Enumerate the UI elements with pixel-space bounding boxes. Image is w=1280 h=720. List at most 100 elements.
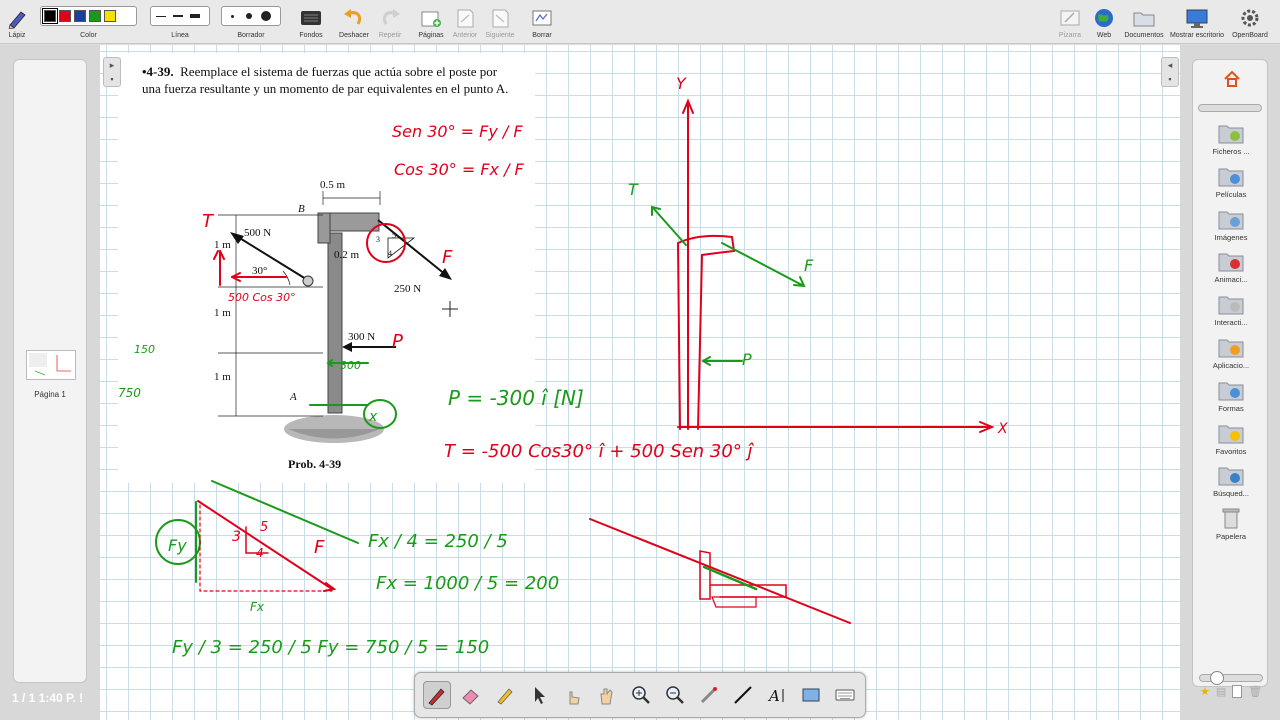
capture-tool[interactable] [797, 681, 825, 709]
pen-tool[interactable] [423, 681, 451, 709]
stylus-palette: A [414, 672, 866, 718]
shapes-folder-icon [1218, 379, 1244, 401]
text-tool[interactable]: A [763, 681, 791, 709]
collapse-left-panel-tab[interactable]: ▸ ▪ [103, 57, 121, 87]
eraser-icon [462, 689, 479, 705]
library-item-0[interactable]: Ficheros ... [1193, 122, 1269, 156]
clear-board-icon [532, 10, 552, 26]
zoom-out-tool[interactable] [661, 681, 689, 709]
eraser-small-option[interactable] [225, 10, 239, 22]
openboard-label: OpenBoard [1232, 32, 1268, 39]
library-scrollbar[interactable] [1198, 104, 1262, 112]
hand-icon [600, 688, 613, 705]
vector-f-label: F [442, 247, 453, 268]
hand-tool[interactable] [593, 681, 621, 709]
triangle-f-label: F [314, 537, 325, 558]
library-actions: ★ ▤ 🗑 [1200, 685, 1262, 698]
color-swatch-black[interactable] [42, 8, 58, 24]
y-axis-label: Y [676, 74, 687, 93]
eraser-large-option[interactable] [259, 10, 273, 22]
selector-tool[interactable] [525, 681, 553, 709]
fy-calculation: Fy / 3 = 250 / 5 Fy = 750 / 5 = 150 [172, 637, 489, 658]
board-label: Pizarra [1058, 32, 1082, 39]
redo-icon [382, 9, 400, 25]
undo-label: Deshacer [339, 32, 369, 39]
image-folder-icon [1218, 208, 1244, 230]
delete-icon[interactable]: 🗑 [1248, 685, 1262, 698]
triangle-circle [366, 223, 406, 263]
library-item-9[interactable]: Papelera [1193, 507, 1269, 541]
keyboard-tool[interactable] [831, 681, 859, 709]
zoom-in-tool[interactable] [627, 681, 655, 709]
page-thumbnail[interactable] [26, 350, 76, 380]
eraser-tool[interactable] [457, 681, 485, 709]
left-750-note: 750 [118, 386, 141, 400]
library-item-8[interactable]: Búsqued... [1193, 464, 1269, 498]
clear-label: Borrar [532, 32, 552, 39]
library-item-6[interactable]: Formas [1193, 379, 1269, 413]
icon-size-slider[interactable] [1199, 671, 1263, 685]
t-vector-arrow [653, 208, 687, 246]
laser-tool[interactable] [695, 681, 723, 709]
library-item-1[interactable]: Películas [1193, 165, 1269, 199]
library-panel: Ficheros ... Películas Imágenes Animaci... I… [1180, 45, 1280, 720]
post-outline [676, 234, 736, 430]
library-item-3[interactable]: Animaci... [1193, 250, 1269, 284]
page-thumbnails-panel: Página 1 1 / 1 1:40 P. ! [0, 45, 100, 720]
library-item-label: Ficheros ... [1212, 147, 1250, 156]
library-item-4[interactable]: Interacti... [1193, 293, 1269, 327]
home-icon[interactable] [1223, 70, 1241, 88]
undo-icon [344, 9, 362, 25]
left-150-note: 150 [134, 343, 155, 356]
interactor-tool[interactable] [559, 681, 587, 709]
color-swatch-blue[interactable] [74, 10, 86, 22]
fx-result: Fx = 1000 / 5 = 200 [376, 573, 559, 594]
sen30-equation: Sen 30° = Fy / F [392, 122, 523, 141]
zoom-out-icon [666, 686, 684, 704]
line-width-selector[interactable] [150, 6, 210, 26]
eraser-medium-option[interactable] [242, 10, 256, 22]
right-p-label: P [742, 350, 752, 369]
vector-t-label: T [202, 211, 215, 232]
library-item-label: Interacti... [1214, 318, 1248, 328]
color-selector[interactable] [40, 6, 137, 26]
apps-folder-icon [1218, 336, 1244, 358]
collapse-right-panel-tab[interactable]: ◂ ▪ [1161, 57, 1179, 87]
thumbnail-preview [29, 353, 71, 376]
crosshair-cursor [442, 301, 458, 317]
library-item-7[interactable]: Favoritos [1193, 422, 1269, 456]
color-swatch-yellow[interactable] [104, 10, 116, 22]
favorites-folder-icon [1218, 422, 1244, 444]
page-counter: 1 / 1 1:40 P. ! [12, 691, 84, 705]
favorite-star-icon[interactable]: ★ [1200, 685, 1210, 698]
add-page-icon [421, 11, 441, 27]
whiteboard-canvas[interactable]: •4-39. Reemplace el sistema de fuerzas q… [100, 45, 1180, 720]
backgrounds-label: Fondos [299, 32, 323, 39]
circled-x-label: x [368, 409, 378, 425]
color-label: Color [80, 32, 97, 39]
previous-page-icon [457, 9, 474, 28]
eraser-size-selector[interactable] [221, 6, 281, 26]
line-thick-option[interactable] [188, 10, 202, 22]
library-item-label: Imágenes [1214, 232, 1248, 242]
new-page-icon[interactable] [1232, 685, 1243, 698]
color-swatch-red[interactable] [59, 10, 71, 22]
line-medium-option[interactable] [171, 10, 185, 22]
marker-tool[interactable] [491, 681, 519, 709]
ink-annotations: Sen 30° = Fy / F Cos 30° = Fx / F T F P … [118, 74, 1008, 658]
line-tool[interactable] [729, 681, 757, 709]
pen-icon [428, 688, 445, 706]
line-thin-option[interactable] [154, 10, 168, 22]
slider-knob[interactable] [1210, 671, 1224, 685]
library-item-5[interactable]: Aplicacio... [1193, 336, 1269, 370]
thumbnail-list: Página 1 [13, 59, 87, 683]
color-swatch-green[interactable] [89, 10, 101, 22]
documents-label: Documentos [1124, 32, 1164, 39]
library-item-label: Búsqued... [1213, 489, 1249, 499]
thumbnail-label: Página 1 [34, 390, 66, 399]
fx-triangle-label: Fx [250, 600, 265, 614]
cos30-equation: Cos 30° = Fx / F [394, 160, 525, 179]
new-folder-icon[interactable]: ▤ [1216, 685, 1226, 698]
desktop-label: Mostrar escritorio [1169, 32, 1225, 39]
library-item-2[interactable]: Imágenes [1193, 208, 1269, 242]
